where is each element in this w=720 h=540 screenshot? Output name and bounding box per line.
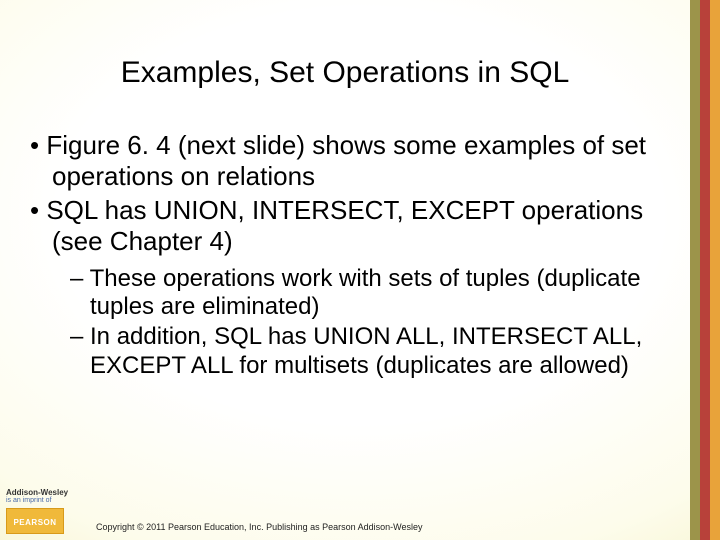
slide-title: Examples, Set Operations in SQL	[0, 56, 690, 90]
bullet-item: SQL has UNION, INTERSECT, EXCEPT operati…	[30, 195, 670, 256]
imprint-sub: is an imprint of	[6, 497, 76, 504]
copyright-text: Copyright © 2011 Pearson Education, Inc.…	[96, 522, 423, 532]
publisher-block: Addison-Wesley is an imprint of PEARSON	[6, 489, 76, 534]
slide-body: Figure 6. 4 (next slide) shows some exam…	[30, 130, 670, 382]
sub-bullet-item: In addition, SQL has UNION ALL, INTERSEC…	[70, 323, 670, 380]
bullet-item: Figure 6. 4 (next slide) shows some exam…	[30, 130, 670, 191]
sub-bullet-item: These operations work with sets of tuple…	[70, 265, 670, 322]
decorative-stripes	[690, 0, 720, 540]
pearson-logo-text: PEARSON	[13, 518, 56, 527]
imprint-name: Addison-Wesley	[6, 489, 76, 497]
pearson-logo: PEARSON	[6, 508, 64, 534]
